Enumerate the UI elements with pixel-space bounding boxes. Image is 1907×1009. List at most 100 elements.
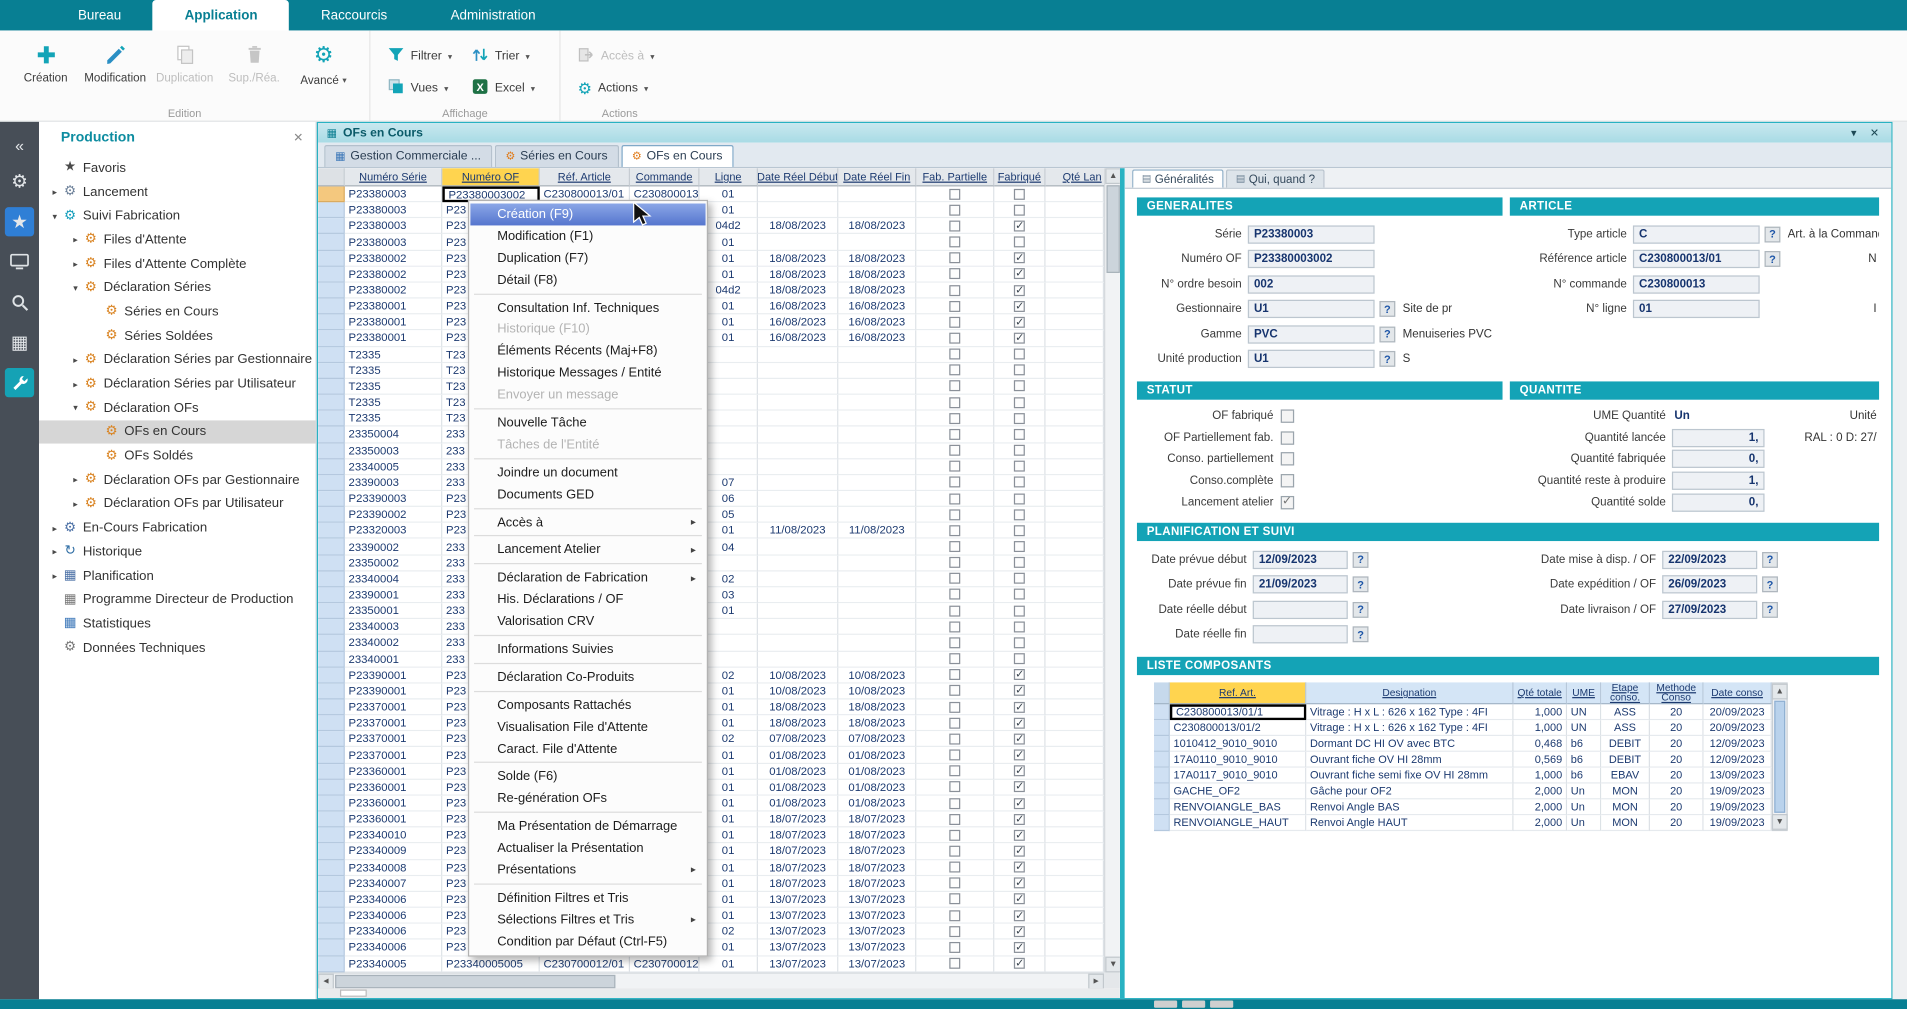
cell-date-reel-fin[interactable] [838,379,916,395]
cell-fabrique[interactable] [994,571,1045,587]
cell-fab-partielle[interactable] [916,411,994,427]
checkbox[interactable] [1014,381,1025,392]
checkbox[interactable] [1281,410,1294,423]
cell-date-reel-fin[interactable] [838,555,916,571]
cell-date-reel-fin[interactable] [838,347,916,363]
cell-date-reel-fin[interactable]: 18/08/2023 [838,283,916,299]
checkbox[interactable] [949,814,960,825]
cell-qte-lancee[interactable] [1046,667,1104,683]
gear-icon[interactable]: ⚙ [5,167,34,196]
field-input[interactable]: 26/09/2023 [1662,575,1757,593]
checkbox[interactable] [1281,474,1294,487]
cell-ligne[interactable] [699,459,757,475]
cell-fab-partielle[interactable] [916,876,994,892]
cell-date-reel-fin[interactable]: 16/08/2023 [838,331,916,347]
cell-date-reel-debut[interactable] [758,363,838,379]
cell-numero-serie[interactable]: P23380003 [345,186,442,202]
scroll-up-icon[interactable]: ▲ [1105,168,1120,184]
tab-gestion-commerciale[interactable]: ▦Gestion Commerciale ... [324,145,492,167]
wrench-icon[interactable] [5,368,34,397]
cell-ligne[interactable]: 01 [699,299,757,315]
column-header-ligne[interactable]: Ligne [699,168,757,186]
cell-ligne[interactable]: 01 [699,908,757,924]
nav-item-favoris[interactable]: ★Favoris [39,156,316,180]
cell-designation[interactable]: Renvoi Angle BAS [1306,799,1513,815]
column-header-numero-of[interactable]: Numéro OF [442,168,539,186]
cell-fab-partielle[interactable] [916,732,994,748]
checkbox[interactable] [1014,637,1025,648]
help-button[interactable]: ? [1353,602,1369,618]
row-selector[interactable] [318,251,345,267]
cell-qte-lancee[interactable] [1046,411,1104,427]
cell-numero-serie[interactable]: T2335 [345,411,442,427]
row-selector[interactable] [318,219,345,235]
cell-fab-partielle[interactable] [916,363,994,379]
cell-fab-partielle[interactable] [916,202,994,218]
cell-fab-partielle[interactable] [916,940,994,956]
cell-fab-partielle[interactable] [916,667,994,683]
menu-administration[interactable]: Administration [419,0,567,30]
cell-fab-partielle[interactable] [916,892,994,908]
cell-date-reel-fin[interactable]: 11/08/2023 [838,523,916,539]
cell-qte-lancee[interactable] [1046,555,1104,571]
cell-ume[interactable]: b6 [1567,736,1601,752]
cell-qte-lancee[interactable] [1046,235,1104,251]
row-selector[interactable] [318,908,345,924]
cell-fabrique[interactable] [994,347,1045,363]
cell-qte-lancee[interactable] [1046,427,1104,443]
cell-fab-partielle[interactable] [916,379,994,395]
checkbox[interactable] [949,782,960,793]
row-selector[interactable] [318,796,345,812]
cell-date-reel-debut[interactable]: 11/08/2023 [758,523,838,539]
cell-date-reel-fin[interactable] [838,235,916,251]
cell-qte-lancee[interactable] [1046,764,1104,780]
collapsed-arrow-icon[interactable]: ▸ [69,378,81,389]
context-menu-item-creation-f9[interactable]: Création (F9) [470,204,705,226]
cell-etape-conso[interactable]: ASS [1601,704,1650,720]
cell-numero-serie[interactable]: P23340005 [345,956,442,972]
cell-fabrique[interactable] [994,683,1045,699]
horizontal-scroll-thumb[interactable] [335,975,615,988]
horizontal-scrollbar[interactable]: ◄ ► [318,972,1104,988]
cell-date-conso[interactable]: 19/09/2023 [1704,815,1772,831]
row-selector[interactable] [318,844,345,860]
collapsed-arrow-icon[interactable]: ▸ [49,546,61,557]
checkbox[interactable] [1281,453,1294,466]
checkbox[interactable] [1014,669,1025,680]
cell-qte-lancee[interactable] [1046,347,1104,363]
row-selector[interactable] [1154,768,1170,784]
cell-fabrique[interactable] [994,267,1045,283]
nav-item-statistiques[interactable]: ▦Statistiques [39,612,316,636]
cell-fabrique[interactable] [994,299,1045,315]
checkbox[interactable] [1014,220,1025,231]
cell-ligne[interactable]: 02 [699,924,757,940]
collapse-chevrons-icon[interactable]: « [5,134,34,156]
cell-fab-partielle[interactable] [916,828,994,844]
nav-item-declaration-ofs-par-gestionnaire[interactable]: ▸⚙Déclaration OFs par Gestionnaire [39,468,316,492]
cell-etape-conso[interactable]: MON [1601,799,1650,815]
nav-item-files-d-attente[interactable]: ▸⚙Files d'Attente [39,228,316,252]
cell-numero-serie[interactable]: P23370001 [345,716,442,732]
cell-date-conso[interactable]: 12/09/2023 [1704,752,1772,768]
row-selector[interactable] [318,956,345,972]
cell-ligne[interactable]: 01 [699,331,757,347]
cell-date-reel-debut[interactable]: 18/08/2023 [758,283,838,299]
cell-date-conso[interactable]: 20/09/2023 [1704,704,1772,720]
checkbox[interactable] [1014,878,1025,889]
row-selector[interactable] [318,395,345,411]
close-icon[interactable]: ✕ [293,131,303,144]
scroll-down-icon[interactable]: ▼ [1105,957,1120,973]
row-selector[interactable] [318,202,345,218]
cell-date-reel-debut[interactable]: 16/08/2023 [758,331,838,347]
composants-scroll-thumb[interactable] [1774,701,1785,813]
composants-scrollbar[interactable]: ▲ ▼ [1772,682,1788,831]
cell-fabrique[interactable] [994,924,1045,940]
cell-qte-lancee[interactable] [1046,812,1104,828]
cell-date-reel-fin[interactable] [838,427,916,443]
nav-item-declaration-ofs[interactable]: ▾⚙Déclaration OFs [39,396,316,420]
cell-fabrique[interactable] [994,860,1045,876]
search-icon[interactable] [5,288,34,317]
checkbox[interactable] [949,749,960,760]
cell-numero-serie[interactable]: 23350003 [345,443,442,459]
context-menu-item-valorisation-crv[interactable]: Valorisation CRV [470,611,705,633]
